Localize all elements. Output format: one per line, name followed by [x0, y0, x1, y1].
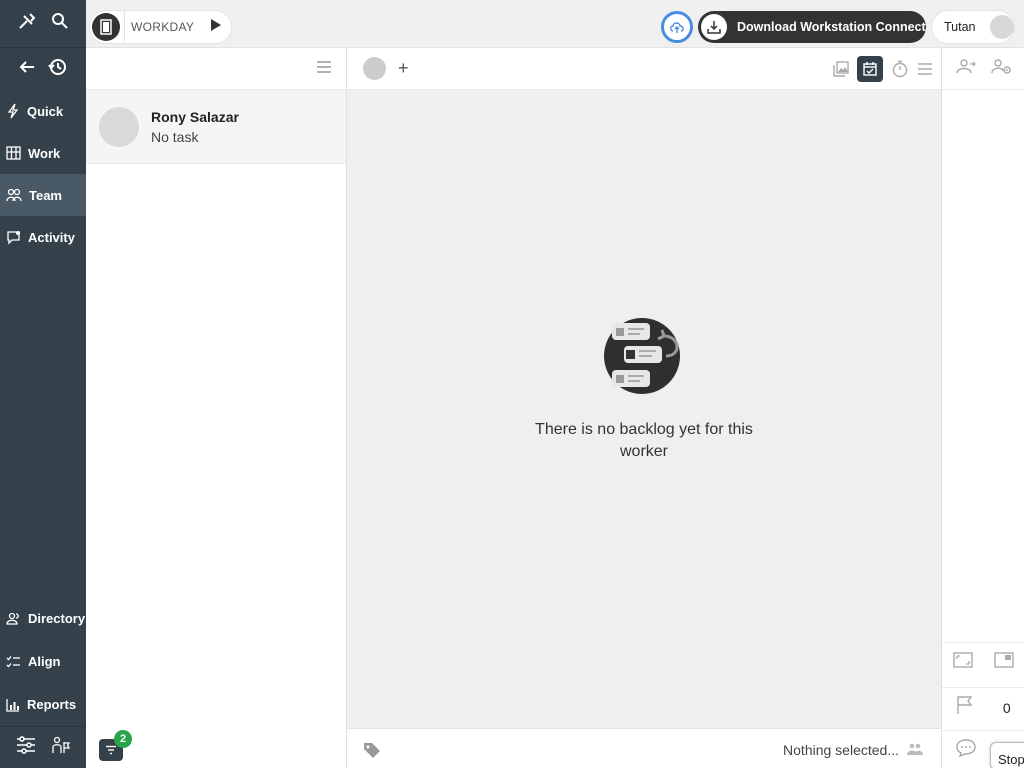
avatar [989, 15, 1014, 39]
nav-item-quick[interactable]: Quick [0, 90, 86, 132]
flag-icon[interactable] [956, 695, 974, 720]
people-icon[interactable] [907, 742, 923, 760]
nav-tools-row [0, 726, 86, 768]
worker-list-panel: Rony Salazar No task [86, 48, 347, 728]
avatar [99, 106, 139, 147]
picture-in-picture-icon[interactable] [994, 652, 1014, 673]
download-workstation-button[interactable]: Download Workstation Connect [698, 11, 926, 43]
chat-icon[interactable] [955, 739, 976, 762]
people-icon [6, 612, 19, 625]
menu-icon[interactable] [316, 60, 332, 78]
right-panel-header [942, 48, 1024, 90]
door-icon[interactable] [92, 13, 120, 41]
add-button[interactable]: + [398, 58, 409, 79]
nav-item-label: Directory [28, 611, 86, 626]
nav-bottom: Directory Align Reports [0, 597, 86, 768]
selection-status: Nothing selected... [783, 742, 899, 758]
empty-backlog-illustration [604, 318, 680, 394]
download-icon [701, 14, 727, 40]
cloud-upload-icon [670, 22, 684, 33]
workday-label: WORKDAY [131, 20, 195, 34]
checklist-icon [6, 656, 20, 668]
worker-panel-header [86, 48, 346, 90]
worker-task: No task [151, 128, 199, 145]
person-settings-icon[interactable] [990, 58, 1011, 79]
calendar-check-icon[interactable] [857, 56, 883, 82]
backlog-toolbar: + [347, 48, 941, 90]
user-name: Tutan [944, 20, 976, 34]
empty-state: There is no backlog yet for this worker [347, 318, 941, 463]
nav-history-row [0, 48, 86, 90]
empty-message: There is no backlog yet for this worker [535, 421, 753, 460]
nav-item-label: Team [29, 187, 62, 203]
nav-top-bar [0, 0, 86, 48]
worker-name: Rony Salazar [151, 108, 239, 125]
filter-count-badge: 2 [114, 730, 132, 748]
display-row [942, 642, 1024, 682]
nav-item-label: Reports [27, 697, 77, 712]
nav-item-work[interactable]: Work [0, 132, 86, 174]
history-icon[interactable] [48, 57, 68, 82]
sliders-icon[interactable] [16, 736, 36, 759]
search-icon[interactable] [51, 12, 69, 35]
nav-item-directory[interactable]: Directory [0, 597, 86, 640]
selection-footer: Nothing selected... [347, 728, 941, 768]
flag-count: 0 [1002, 699, 1011, 716]
play-icon[interactable] [210, 18, 222, 36]
right-panel: 0 Stop [941, 48, 1024, 768]
divider [124, 11, 125, 43]
team-icon [6, 188, 22, 202]
nav-item-team[interactable]: Team [0, 174, 86, 216]
avatar[interactable] [363, 57, 386, 80]
timer-icon[interactable] [891, 60, 909, 78]
screen-icon[interactable] [953, 652, 973, 673]
activity-icon [7, 230, 20, 245]
workday-control[interactable]: WORKDAY [89, 10, 233, 44]
nav-item-activity[interactable]: Activity [0, 216, 86, 258]
top-bar: WORKDAY Download Workstation Connect Tut… [86, 0, 1024, 48]
nav-item-label: Activity [28, 229, 75, 245]
gallery-icon[interactable] [833, 61, 849, 77]
board-icon [6, 146, 21, 160]
nav-item-label: Align [28, 654, 61, 669]
tools-icon[interactable] [18, 12, 36, 35]
bolt-icon [7, 103, 19, 119]
assign-person-icon[interactable] [955, 58, 976, 79]
worker-panel-footer: 2 [86, 728, 347, 768]
backlog-panel: + There is no backlog yet for this worke… [347, 48, 941, 728]
user-menu[interactable]: Tutan [931, 10, 1015, 44]
view-switcher [825, 56, 933, 82]
cloud-sync-button[interactable] [661, 11, 693, 43]
tag-icon[interactable] [363, 742, 381, 763]
nav-item-reports[interactable]: Reports [0, 683, 86, 726]
stop-button[interactable]: Stop [990, 742, 1024, 768]
nav-item-align[interactable]: Align [0, 640, 86, 683]
back-arrow-icon[interactable] [18, 58, 36, 81]
download-label: Download Workstation Connect [737, 20, 926, 34]
left-nav: Quick Work Team Activity Directory Align… [0, 0, 86, 768]
list-menu-icon[interactable] [917, 63, 933, 75]
nav-item-label: Work [28, 145, 61, 161]
bar-chart-icon [6, 698, 19, 712]
person-flag-icon[interactable] [51, 736, 71, 759]
filter-icon [106, 745, 116, 755]
worker-card[interactable]: Rony Salazar No task [86, 90, 346, 164]
nav-item-label: Quick [27, 103, 64, 119]
flag-row: 0 [942, 687, 1024, 727]
